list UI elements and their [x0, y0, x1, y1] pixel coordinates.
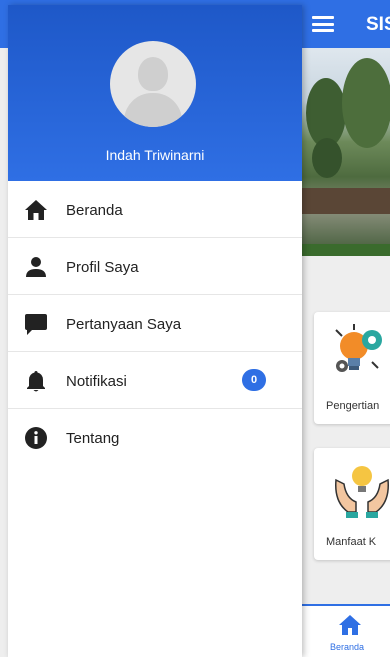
- drawer-scrim[interactable]: [302, 0, 390, 657]
- person-icon: [26, 257, 46, 277]
- notification-count-badge: 0: [242, 369, 266, 391]
- drawer-item-beranda[interactable]: Beranda: [8, 181, 302, 238]
- drawer-header: Indah Triwinarni: [8, 5, 302, 181]
- drawer-item-label: Beranda: [66, 202, 123, 219]
- drawer-item-label: Pertanyaan Saya: [66, 316, 182, 333]
- bell-icon: [27, 371, 45, 392]
- avatar[interactable]: [110, 41, 196, 127]
- drawer-item-label: Tentang: [66, 430, 120, 447]
- drawer-item-notifikasi[interactable]: Notifikasi 0: [8, 352, 302, 409]
- drawer-item-pertanyaan-saya[interactable]: Pertanyaan Saya: [8, 295, 302, 352]
- home-icon: [25, 200, 47, 220]
- drawer-item-label: Profil Saya: [66, 259, 139, 276]
- drawer-menu: Beranda Profil Saya Pertanyaan Saya Noti…: [8, 181, 302, 466]
- drawer-item-label: Notifikasi: [66, 373, 127, 390]
- drawer-item-profil-saya[interactable]: Profil Saya: [8, 238, 302, 295]
- drawer-item-tentang[interactable]: Tentang: [8, 409, 302, 466]
- navigation-drawer: Indah Triwinarni Beranda Profil Saya Per…: [8, 5, 302, 657]
- user-name: Indah Triwinarni: [105, 147, 205, 163]
- chat-icon: [25, 314, 47, 335]
- info-icon: [25, 427, 47, 449]
